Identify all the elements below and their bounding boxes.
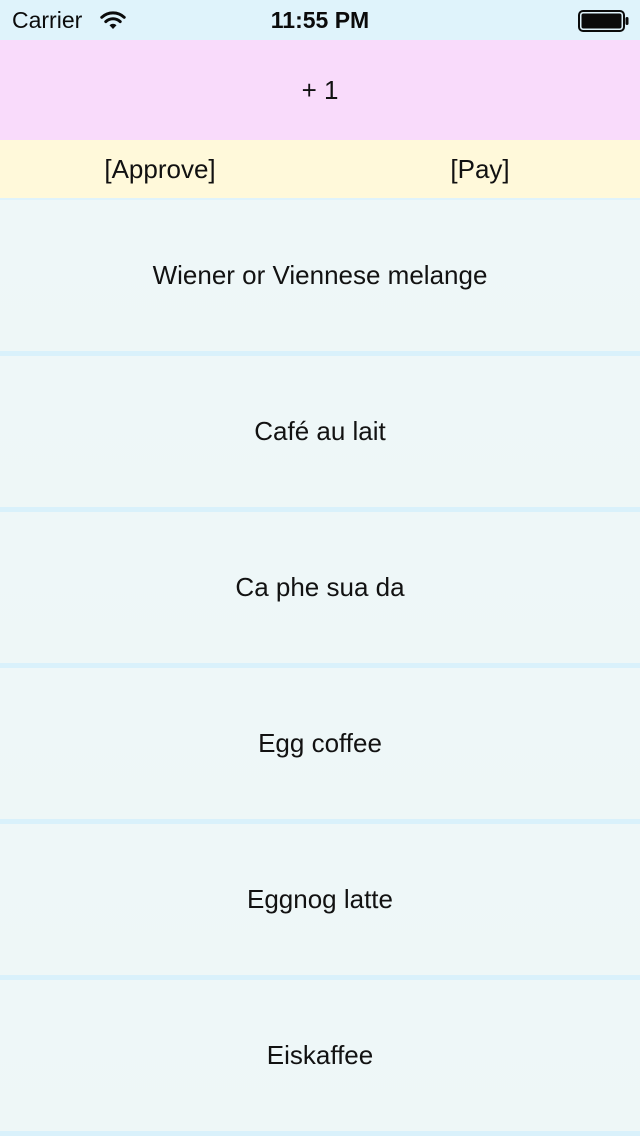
approve-button[interactable]: [Approve] [0,140,320,198]
clock-time: 11:55 PM [270,7,370,33]
list-item-label: Eggnog latte [246,884,393,914]
counter-label: + 1 [301,74,339,105]
list-item[interactable]: Ca phe sua da [0,512,640,668]
list-item-label: Wiener or Viennese melange [152,260,488,290]
list-item-label: Ca phe sua da [235,572,405,602]
list-item-label: Eiskaffee [266,1040,374,1070]
pay-button[interactable]: [Pay] [320,140,640,198]
list-item[interactable]: Café au lait [0,356,640,512]
coffee-list: Wiener or Viennese melange Café au lait … [0,200,640,1136]
pay-button-label: [Pay] [450,153,510,184]
list-item-label: Egg coffee [258,728,382,758]
counter-display: + 1 [0,40,640,140]
approve-button-label: [Approve] [104,153,216,184]
list-item[interactable]: Egg coffee [0,668,640,824]
list-item[interactable]: Eggnog latte [0,824,640,980]
list-item[interactable]: Wiener or Viennese melange [0,200,640,356]
list-item[interactable]: Eiskaffee [0,980,640,1136]
status-bar: Carrier 11:55 PM [0,0,640,40]
list-item-label: Café au lait [254,416,386,446]
action-bar: [Approve] [Pay] [0,140,640,200]
battery-full-icon [578,10,630,32]
